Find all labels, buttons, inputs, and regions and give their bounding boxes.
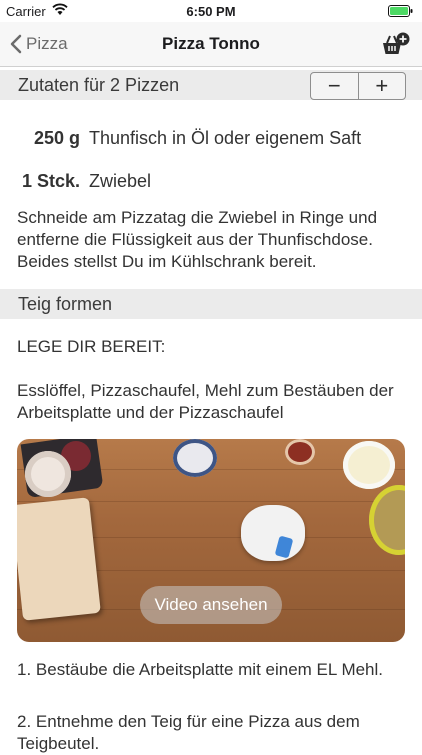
decrease-servings-button[interactable]: − — [311, 73, 358, 99]
add-to-basket-button[interactable] — [380, 30, 410, 58]
ingredient-amount: 250 g — [33, 128, 80, 148]
prepare-heading: LEGE DIR BEREIT: — [17, 337, 166, 356]
ingredients-title: Zutaten für 2 Pizzen — [18, 75, 180, 95]
navigation-bar: Pizza Pizza Tonno — [0, 22, 422, 67]
status-bar: Carrier 6:50 PM — [0, 0, 422, 22]
mushroom-bowl-image — [369, 485, 405, 555]
bowl-image — [25, 451, 71, 497]
dough-section-header: Teig formen — [0, 289, 422, 319]
cheese-bowl-image — [343, 441, 395, 489]
increase-servings-button[interactable]: + — [357, 73, 406, 99]
ingredient-name: Thunfisch in Öl oder eigenem Saft — [89, 128, 362, 148]
ingredients-section-header: Zutaten für 2 Pizzen − + — [0, 70, 422, 100]
video-thumbnail[interactable]: Video ansehen — [17, 439, 405, 642]
pizza-peel-image — [17, 497, 101, 621]
servings-stepper[interactable]: − + — [310, 72, 406, 100]
sauce-jar-image — [285, 439, 315, 465]
dough-section-title: Teig formen — [18, 294, 113, 314]
basket-add-icon — [383, 32, 410, 54]
page-title: Pizza Tonno — [162, 34, 260, 53]
watch-video-button[interactable]: Video ansehen — [140, 586, 282, 624]
step-2: 2. Entnehme den Teig für eine Pizza aus … — [17, 712, 360, 753]
tools-text: Esslöffel, Pizzaschaufel, Mehl zum Bestä… — [17, 381, 394, 422]
battery-icon — [388, 5, 414, 17]
ingredient-name: Zwiebel — [89, 171, 152, 191]
dough-bag-image — [241, 505, 305, 561]
status-time: 6:50 PM — [186, 4, 236, 19]
flour-bowl-image — [173, 439, 217, 477]
ingredient-amount: 1 Stck. — [21, 171, 80, 191]
step-1: 1. Bestäube die Arbeitsplatte mit einem … — [17, 660, 384, 679]
preparation-text: Schneide am Pizzatag die Zwiebel in Ring… — [17, 208, 378, 271]
